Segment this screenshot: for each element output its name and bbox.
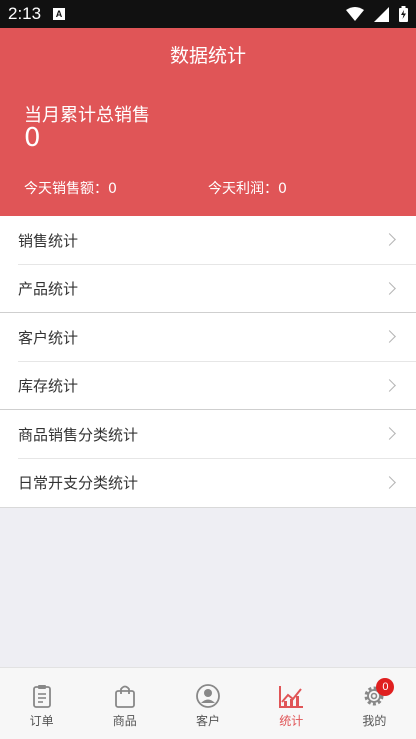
user-icon (196, 684, 220, 708)
tab-customers[interactable]: 客户 (166, 668, 249, 739)
chevron-right-icon (383, 378, 396, 392)
battery-icon (399, 6, 408, 22)
bottom-tab-bar: 订单 商品 客户 统计 0 我的 (0, 667, 416, 739)
tab-label: 统计 (279, 714, 304, 728)
menu-item-label: 库存统计 (18, 377, 79, 396)
status-icons (346, 6, 408, 22)
stats-menu: 销售统计 产品统计 客户统计 库存统计 商品销售分类统计 日常开支分类统计 (0, 216, 416, 508)
menu-item-label: 日常开支分类统计 (18, 474, 139, 493)
menu-item-sales-stats[interactable]: 销售统计 (0, 216, 416, 265)
clipboard-icon (32, 685, 51, 708)
month-total-value: 0 (24, 123, 41, 153)
status-time: 2:13 (8, 4, 42, 23)
menu-item-inventory-stats[interactable]: 库存统计 (0, 362, 416, 410)
status-bar: 2:13 A (0, 0, 416, 28)
shopping-bag-icon (114, 685, 135, 708)
tab-label: 商品 (112, 714, 137, 728)
today-sales: 今天销售额：0 (24, 181, 117, 197)
menu-item-label: 商品销售分类统计 (18, 425, 139, 444)
signal-icon (374, 6, 389, 22)
tab-label: 我的 (362, 714, 387, 728)
menu-item-label: 销售统计 (18, 231, 79, 250)
chevron-right-icon (383, 330, 396, 344)
tab-orders[interactable]: 订单 (0, 668, 83, 739)
menu-item-expense-stats[interactable]: 日常开支分类统计 (0, 459, 416, 508)
tab-label: 客户 (196, 714, 221, 728)
tab-label: 订单 (29, 714, 54, 728)
notification-icon: A (53, 8, 65, 20)
page-title: 数据统计 (169, 45, 246, 67)
month-total-label: 当月累计总销售 (24, 105, 150, 126)
menu-item-product-stats[interactable]: 产品统计 (0, 265, 416, 313)
notification-badge: 0 (376, 678, 395, 696)
chevron-right-icon (383, 427, 396, 441)
summary-header: 数据统计 当月累计总销售 0 今天销售额：0 今天利润：0 (0, 28, 416, 216)
menu-item-label: 客户统计 (18, 328, 79, 347)
tab-products[interactable]: 商品 (83, 668, 166, 739)
menu-item-label: 产品统计 (18, 280, 79, 299)
tab-statistics[interactable]: 统计 (250, 668, 333, 739)
chart-icon (279, 686, 304, 708)
tab-mine[interactable]: 0 我的 (333, 668, 416, 739)
chevron-right-icon (383, 475, 396, 489)
menu-item-customer-stats[interactable]: 客户统计 (0, 313, 416, 362)
chevron-right-icon (383, 281, 396, 295)
chevron-right-icon (383, 233, 396, 247)
menu-item-category-sales-stats[interactable]: 商品销售分类统计 (0, 410, 416, 459)
wifi-icon (346, 7, 364, 21)
today-profit: 今天利润：0 (208, 181, 287, 197)
